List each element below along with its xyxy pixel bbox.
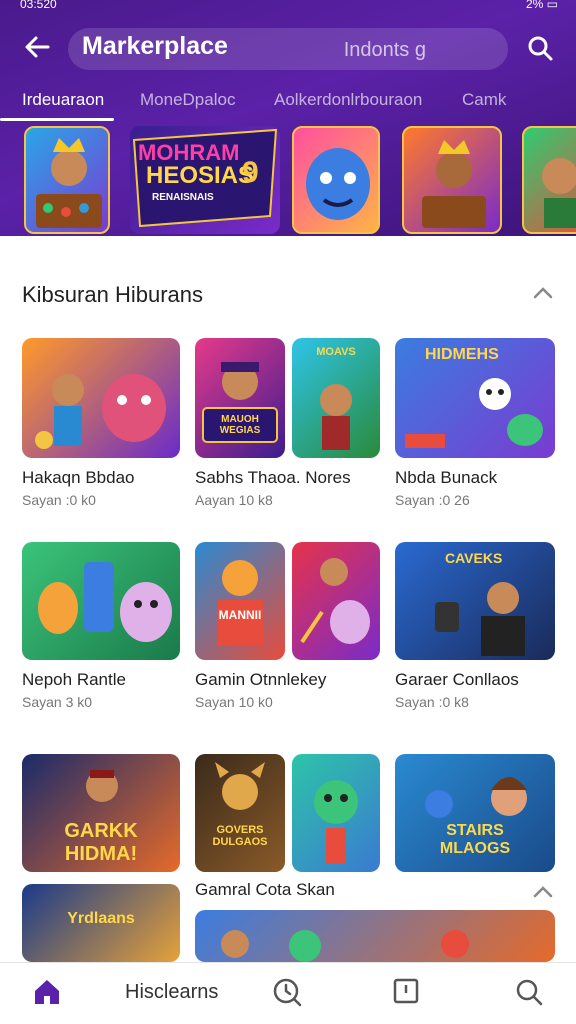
game-card-image[interactable]: Yrdlaans xyxy=(22,884,180,962)
tab-irdeuaraon[interactable]: Irdeuaraon xyxy=(22,90,104,110)
featured-banner[interactable]: MOHRAM HEOSIAS RENAISNAIS 9 xyxy=(130,126,280,234)
art-title: MAUOH WEGIAS xyxy=(219,414,261,436)
nav-search[interactable] xyxy=(514,977,544,1009)
featured-game-2[interactable] xyxy=(292,126,380,234)
game-card-image[interactable]: HIDMEHS xyxy=(395,338,555,458)
game-card-image[interactable] xyxy=(22,542,180,660)
game-card-sub: Sayan 3 k0 xyxy=(22,694,93,710)
banner-text-2: HEOSIAS xyxy=(146,162,255,189)
nav-history[interactable] xyxy=(272,977,302,1009)
nav-label[interactable]: Hisclearns xyxy=(125,981,218,1004)
banner-text-3: RENAISNAIS xyxy=(152,192,214,203)
search-icon xyxy=(516,979,543,1006)
art-title: Yrdlaans xyxy=(67,910,135,927)
art-title: CAVEKS xyxy=(445,550,503,566)
active-tab-indicator xyxy=(0,118,114,121)
art-title: GARKK HIDMA! xyxy=(64,820,138,865)
notice-icon xyxy=(393,978,419,1004)
collapse-button-2[interactable] xyxy=(532,884,554,900)
game-art xyxy=(35,374,166,449)
tab-bar: Irdeuaraon MoneDpaloc Aolkerdonlrbouraon… xyxy=(0,86,576,121)
game-art xyxy=(36,138,102,228)
tab-monedpaloc[interactable]: MoneDpaloc xyxy=(140,90,235,110)
search-icon xyxy=(528,36,553,61)
header: 03:520 2% ▭ Indonts g Markerplace Irdeua… xyxy=(0,0,576,236)
section-title: Kibsuran Hiburans xyxy=(22,282,203,307)
game-card-image[interactable] xyxy=(292,542,380,660)
page-title: Markerplace xyxy=(82,32,228,60)
game-art xyxy=(215,762,265,810)
game-art xyxy=(217,560,263,646)
art-title: MANNII xyxy=(218,608,262,622)
game-card-sub: Aayan 10 k8 xyxy=(195,492,273,508)
game-card-name[interactable]: Sabhs Thaoa. Nores xyxy=(195,468,351,488)
game-card-image[interactable]: STAIRS MLAOGS xyxy=(395,754,555,872)
nav-notice[interactable] xyxy=(392,977,422,1009)
banner-badge: 9 xyxy=(242,156,259,189)
chevron-up-icon xyxy=(533,287,553,299)
battery-level: 2% xyxy=(525,0,544,11)
status-bar: 03:520 2% ▭ xyxy=(0,0,576,14)
game-card-name[interactable]: Gamin Otnnlekey xyxy=(195,670,326,690)
home-icon xyxy=(35,980,59,1004)
art-title: STAIRS MLAOGS xyxy=(439,822,511,857)
top-bar: Indonts g Markerplace xyxy=(0,24,576,72)
game-card-image[interactable] xyxy=(22,338,180,458)
game-card-image[interactable]: MAUOH WEGIAS xyxy=(195,338,285,458)
game-card-image[interactable]: MOAVS xyxy=(292,338,380,458)
game-art xyxy=(542,158,576,228)
tab-aolkerdonlrbouraon[interactable]: Aolkerdonlrbouraon xyxy=(274,90,422,110)
art-title: GOVERS DULGAOS xyxy=(212,824,268,848)
game-card-name[interactable]: Hakaqn Bbdao xyxy=(22,468,134,488)
game-art xyxy=(221,930,469,962)
back-button[interactable] xyxy=(22,32,52,62)
art-title: HIDMEHS xyxy=(425,346,499,363)
bottom-nav: Hisclearns xyxy=(0,962,576,1024)
game-art xyxy=(38,562,172,642)
game-art xyxy=(202,362,278,443)
game-art xyxy=(314,780,358,864)
game-art xyxy=(422,140,486,228)
clock-search-icon xyxy=(273,978,302,1007)
game-card-image[interactable] xyxy=(195,910,555,962)
tab-camk[interactable]: Camk xyxy=(462,90,506,110)
game-card-image[interactable]: MANNII xyxy=(195,542,285,660)
game-card-name[interactable]: Garaer Conllaos xyxy=(395,670,519,690)
game-card-image[interactable]: GARKK HIDMA! xyxy=(22,754,180,872)
featured-game-1[interactable] xyxy=(24,126,110,234)
search-text: Indonts g xyxy=(343,39,426,61)
nav-home[interactable] xyxy=(32,977,62,1009)
featured-carousel: MOHRAM HEOSIAS RENAISNAIS 9 xyxy=(0,124,576,236)
game-card-image[interactable]: CAVEKS xyxy=(395,542,555,660)
game-card-image[interactable]: GOVERS DULGAOS xyxy=(195,754,285,872)
art-title: MOAVS xyxy=(316,346,356,358)
featured-game-4[interactable] xyxy=(522,126,576,234)
game-art xyxy=(300,558,370,644)
game-card-sub: Sayan 10 k0 xyxy=(195,694,273,710)
section-2-title: Gamral Cota Skan xyxy=(195,880,335,899)
chevron-up-icon xyxy=(533,886,553,898)
back-arrow-icon xyxy=(25,36,50,58)
status-icons: 2% ▭ xyxy=(526,0,558,11)
game-card-name[interactable]: Nepoh Rantle xyxy=(22,670,126,690)
collapse-button[interactable] xyxy=(532,284,554,302)
game-card-sub: Sayan :0 k8 xyxy=(395,694,469,710)
search-button[interactable] xyxy=(526,34,554,62)
game-art xyxy=(306,148,370,220)
game-card-sub: Sayan :0 k0 xyxy=(22,492,96,508)
status-time: 03:520 xyxy=(20,0,57,11)
featured-game-3[interactable] xyxy=(402,126,502,234)
game-card-name[interactable]: Nbda Bunack xyxy=(395,468,497,488)
game-card-image[interactable] xyxy=(292,754,380,872)
game-card-sub: Sayan :0 26 xyxy=(395,492,470,508)
